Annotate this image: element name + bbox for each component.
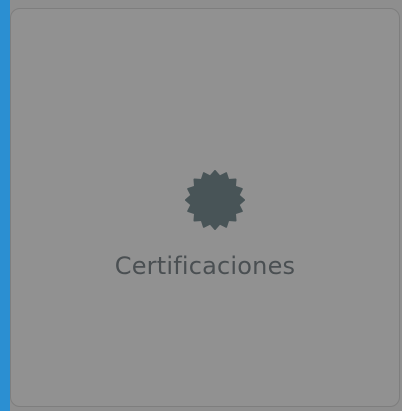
accent-bar: [0, 0, 10, 411]
certificate-seal-icon: [185, 170, 245, 230]
certifications-card[interactable]: Certificaciones: [10, 8, 400, 407]
certifications-label: Certificaciones: [114, 252, 296, 280]
